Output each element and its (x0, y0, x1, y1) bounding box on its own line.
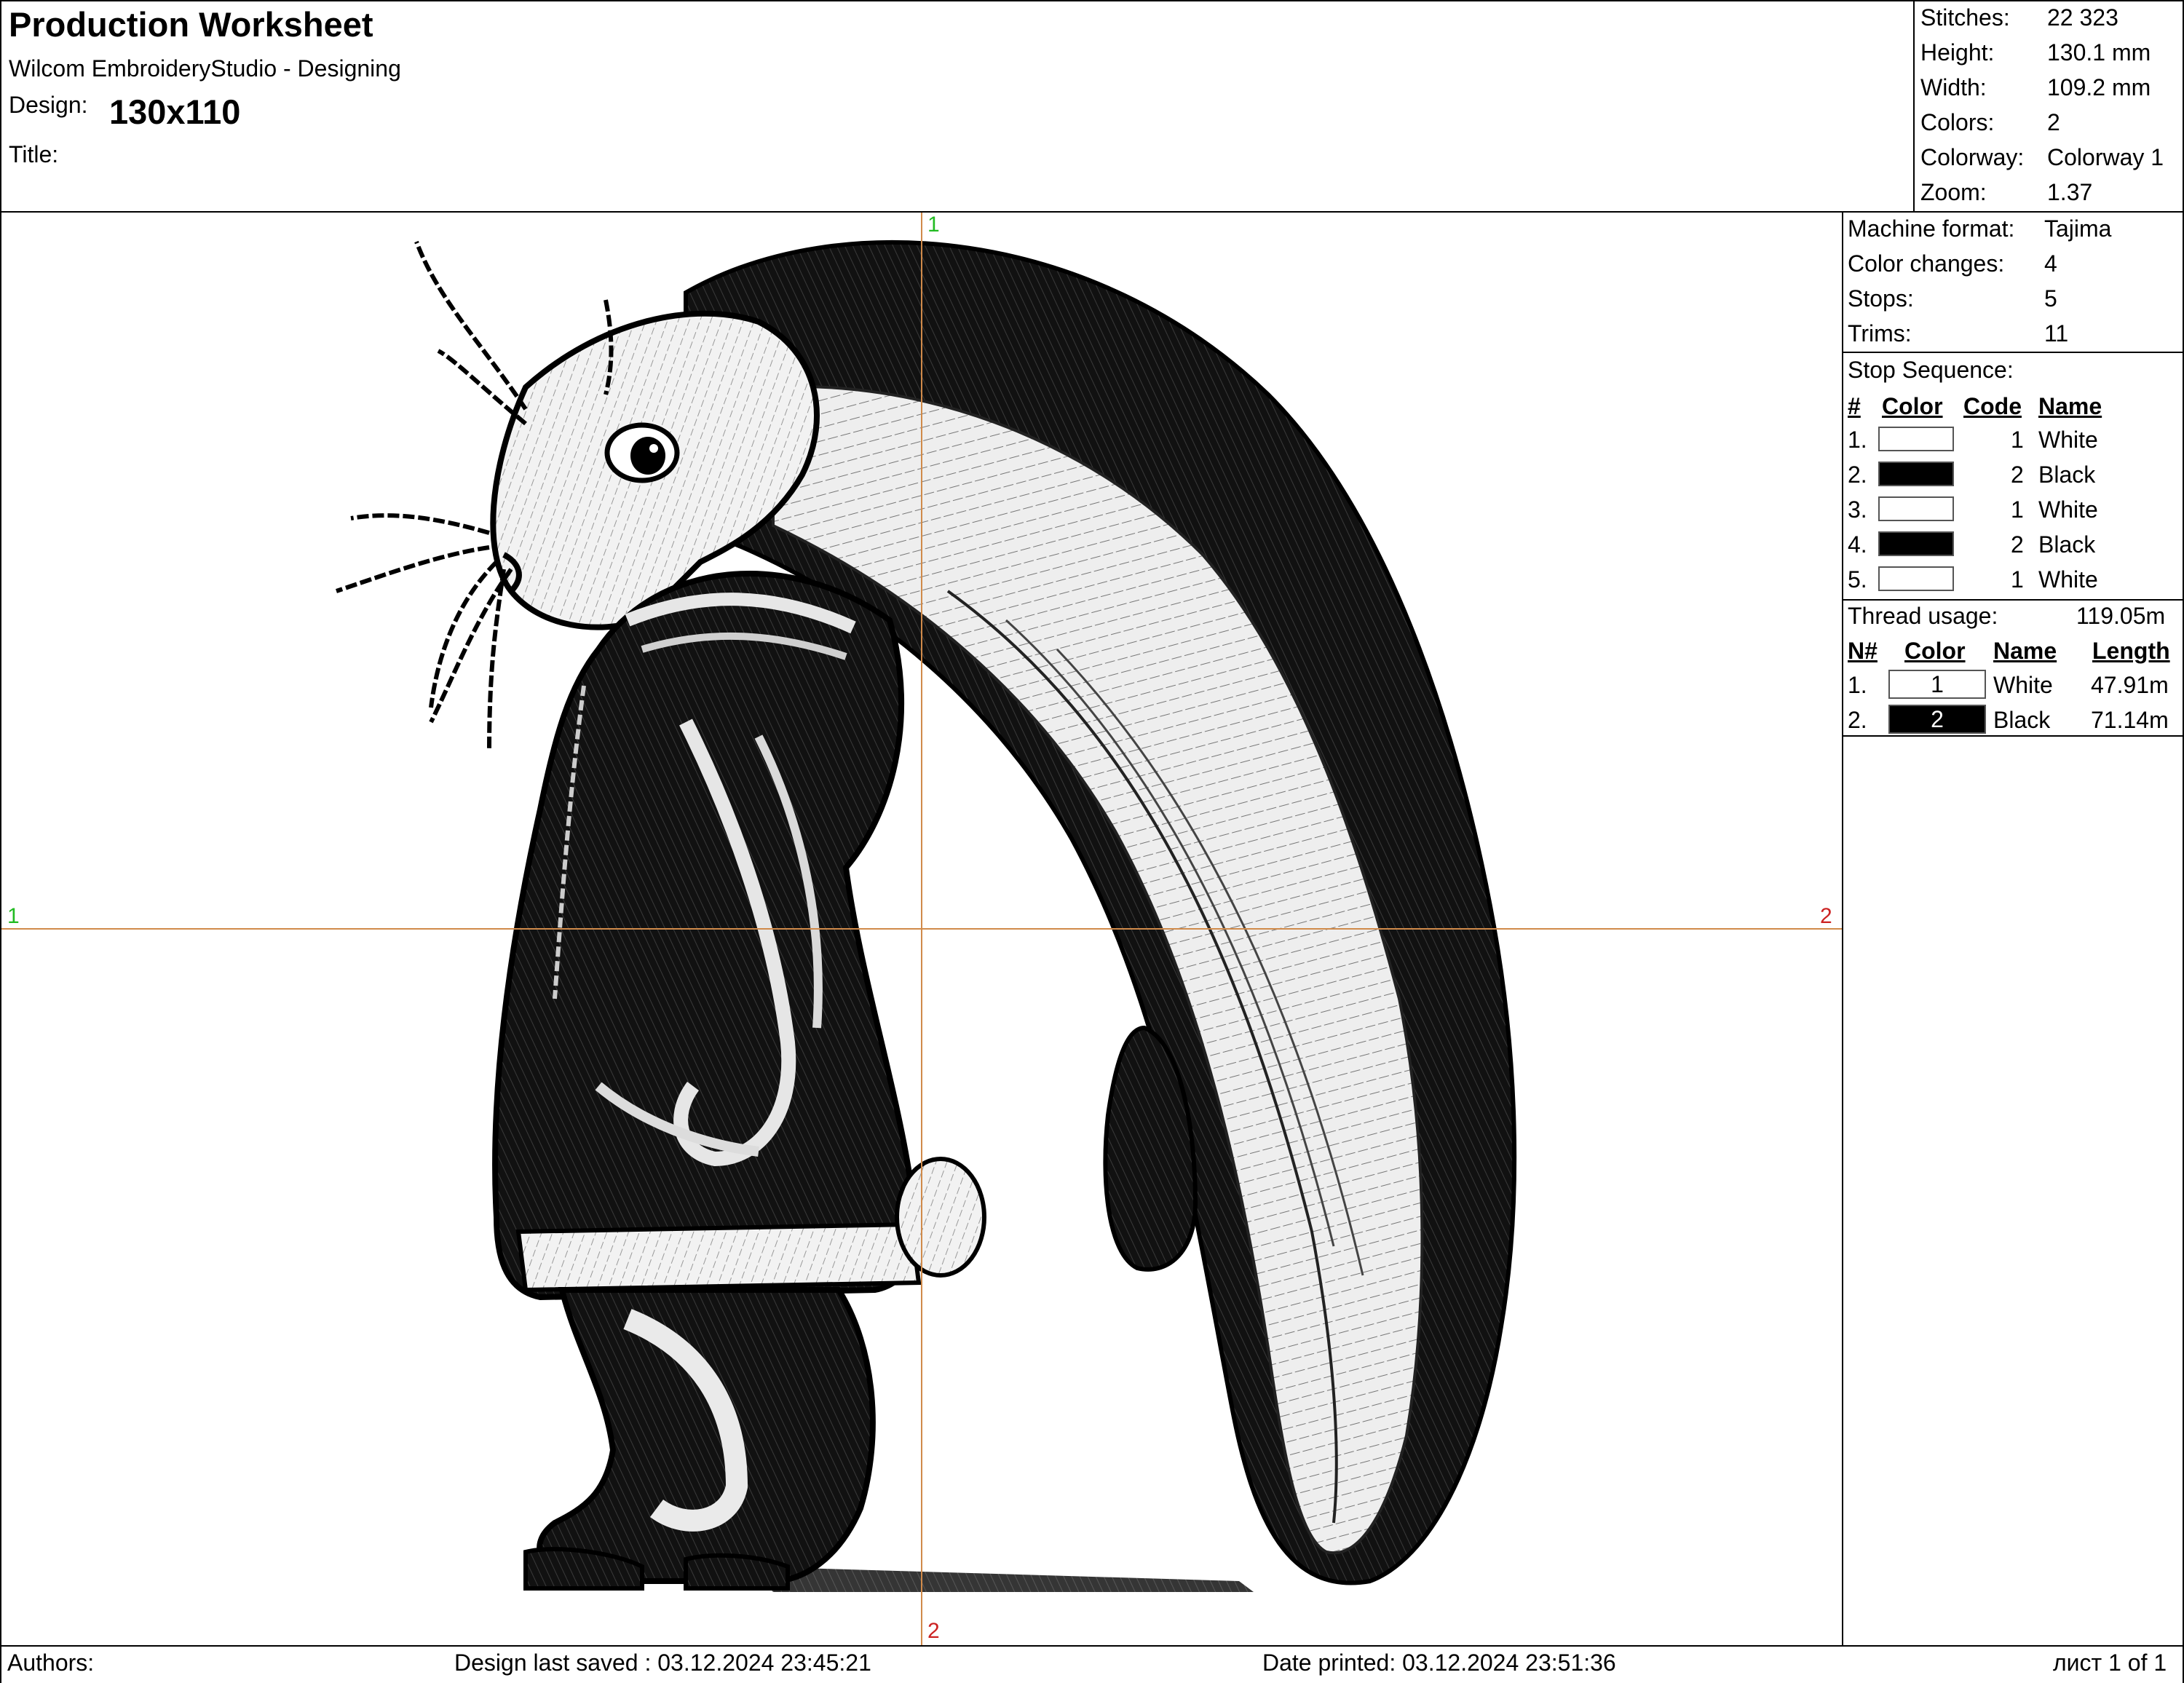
footer-authors: Authors: (7, 1650, 95, 1676)
stats-divider (1913, 0, 1915, 213)
stat-value: 1.37 (2047, 179, 2093, 205)
machine-divider (1842, 352, 2184, 353)
thread-row-length: 47.91m (2091, 672, 2169, 698)
machine-label: Machine format: (1848, 215, 2015, 242)
footer-divider (0, 1645, 2184, 1647)
stop-row-swatch (1878, 531, 1954, 556)
thread-usage-label: Thread usage: (1848, 603, 1998, 629)
marker-end-bottom: 2 (927, 1619, 940, 1643)
stat-label: Height: (1920, 39, 1995, 66)
thread-row-color-chip: 2 (1888, 705, 1986, 734)
machine-value: 4 (2044, 250, 2057, 277)
design-name: 130x110 (109, 92, 241, 131)
machine-label: Color changes: (1848, 250, 2005, 277)
footer-page-number: лист 1 of 1 (2053, 1650, 2167, 1676)
col-header-length: Length (2092, 638, 2170, 664)
stat-value: 2 (2047, 109, 2060, 135)
side-panel-divider (1842, 211, 1843, 1647)
thread-row-name: White (1993, 672, 2053, 698)
col-header-name: Name (2038, 393, 2102, 419)
machine-value: 5 (2044, 285, 2057, 312)
stop-row-number: 4. (1848, 531, 1867, 558)
stop-row-code: 1 (2011, 566, 2024, 593)
machine-label: Stops: (1848, 285, 1914, 312)
stop-sequence-label: Stop Sequence: (1848, 357, 2014, 383)
stop-row-number: 5. (1848, 566, 1867, 593)
stat-label: Colors: (1920, 109, 1995, 135)
stop-row-swatch (1878, 496, 1954, 521)
thread-row-name: Black (1993, 707, 2051, 733)
col-header-number: N# (1848, 638, 1878, 664)
footer-date-printed: Date printed: 03.12.2024 23:51:36 (1262, 1650, 1616, 1676)
page-title: Production Worksheet (9, 5, 373, 44)
machine-value: 11 (2044, 320, 2069, 346)
stop-row-code: 1 (2011, 427, 2024, 453)
thread-row-length: 71.14m (2091, 707, 2169, 733)
stop-row-number: 1. (1848, 427, 1867, 453)
stat-label: Zoom: (1920, 179, 1987, 205)
col-header-number: # (1848, 393, 1861, 419)
frame-top (0, 0, 2184, 1)
marker-end-right: 2 (1820, 904, 1832, 928)
title-label: Title: (9, 141, 59, 167)
stop-row-number: 2. (1848, 462, 1867, 488)
stop-row-name: Black (2038, 462, 2096, 488)
footer-last-saved: Design last saved : 03.12.2024 23:45:21 (454, 1650, 871, 1676)
app-name: Wilcom EmbroideryStudio - Designing (9, 55, 401, 82)
thread-row-color-chip: 1 (1888, 670, 1986, 699)
stop-row-swatch (1878, 427, 1954, 451)
marker-start-left: 1 (7, 904, 20, 928)
stop-row-name: Black (2038, 531, 2096, 558)
stat-label: Colorway: (1920, 144, 2025, 170)
stop-row-swatch (1878, 566, 1954, 591)
stops-divider (1842, 599, 2184, 601)
stop-row-code: 1 (2011, 496, 2024, 523)
stat-value: 130.1 mm (2047, 39, 2151, 66)
col-header-color: Color (1882, 393, 1943, 419)
stop-row-code: 2 (2011, 462, 2024, 488)
stop-row-name: White (2038, 496, 2098, 523)
stat-value: 109.2 mm (2047, 74, 2151, 100)
col-header-color: Color (1904, 638, 1966, 664)
stop-row-code: 2 (2011, 531, 2024, 558)
machine-value: Tajima (2044, 215, 2112, 242)
stop-row-swatch (1878, 462, 1954, 486)
stat-value: Colorway 1 (2047, 144, 2164, 170)
thread-divider (1842, 735, 2184, 737)
stop-row-name: White (2038, 566, 2098, 593)
stop-row-number: 3. (1848, 496, 1867, 523)
col-header-name: Name (1993, 638, 2057, 664)
stat-label: Width: (1920, 74, 1987, 100)
stat-label: Stitches: (1920, 4, 2010, 31)
thread-usage-total: 119.05m (2076, 603, 2166, 629)
stat-value: 22 323 (2047, 4, 2118, 31)
col-header-code: Code (1963, 393, 2022, 419)
thread-row-number: 1. (1848, 672, 1867, 698)
thread-row-number: 2. (1848, 707, 1867, 733)
design-canvas[interactable] (1, 213, 1842, 1645)
stop-row-name: White (2038, 427, 2098, 453)
marker-start-top: 1 (927, 213, 940, 237)
design-label: Design: (9, 92, 88, 118)
crosshair-vertical (921, 213, 922, 1645)
machine-label: Trims: (1848, 320, 1912, 346)
